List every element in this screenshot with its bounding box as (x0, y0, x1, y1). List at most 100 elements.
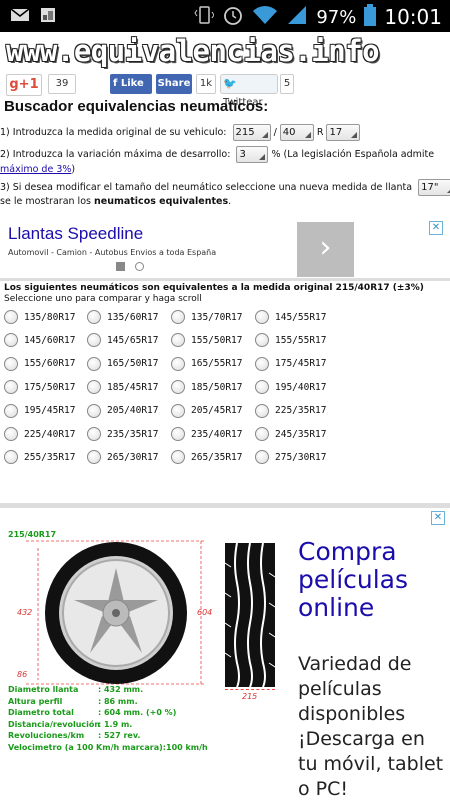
tire-option[interactable]: 145/65R17 (87, 333, 158, 348)
tire-option[interactable]: 245/35R17 (255, 427, 326, 441)
rim-dimension-label: 432 (17, 608, 33, 617)
width-select[interactable]: 215 (232, 124, 271, 141)
spec-key: Revoluciones/km (8, 731, 85, 740)
radio-button[interactable] (87, 450, 101, 465)
radio-button[interactable] (255, 403, 269, 418)
tire-option-label: 155/50R17 (191, 334, 243, 346)
tire-option[interactable]: 155/50R17 (171, 333, 243, 348)
gplus-button[interactable]: g+1 (6, 74, 42, 96)
radio-button[interactable] (255, 380, 269, 395)
rim-select[interactable]: 17 (326, 124, 361, 141)
carousel-dot[interactable] (135, 262, 144, 271)
tire-option[interactable]: 195/45R17 (4, 403, 75, 418)
tire-option[interactable]: 135/60R17 (87, 310, 158, 324)
battery-percent: 97% (316, 6, 357, 28)
width-dimension-line (225, 689, 275, 690)
tire-option[interactable]: 205/40R17 (87, 403, 158, 418)
radio-button[interactable] (171, 427, 185, 441)
radio-button[interactable] (171, 333, 185, 348)
tire-option[interactable]: 175/45R17 (255, 356, 327, 371)
radio-button[interactable] (87, 333, 101, 348)
equivalents-subheading: Seleccione uno para comparar y haga scro… (4, 294, 202, 304)
radio-button[interactable] (4, 310, 18, 324)
site-logo[interactable]: www.equivalencias.info (6, 34, 380, 68)
radio-button[interactable] (4, 450, 18, 465)
radio-button[interactable] (87, 356, 101, 371)
spec-key: Diametro llanta (8, 685, 79, 694)
radio-button[interactable] (171, 356, 185, 371)
tire-option[interactable]: 185/50R17 (171, 380, 243, 395)
width-dimension-label: 215 (242, 692, 258, 701)
variation-select[interactable]: 3 (236, 146, 269, 163)
radio-button[interactable] (87, 427, 101, 441)
tire-option[interactable]: 135/70R17 (171, 310, 242, 324)
tire-option[interactable]: 165/50R17 (87, 356, 158, 371)
step1-label: 1) Introduzca la medida original de su v… (0, 127, 227, 138)
spec-row: Distancia/revolución: 1.9 m. (8, 719, 208, 731)
radio-button[interactable] (255, 450, 269, 465)
carousel-dot-active[interactable] (116, 262, 125, 271)
ad2-close-icon[interactable]: ✕ (431, 511, 445, 525)
tire-option[interactable]: 235/40R17 (171, 427, 242, 441)
radio-button[interactable] (255, 310, 269, 324)
radio-button[interactable] (4, 356, 18, 371)
radio-button[interactable] (87, 380, 101, 395)
new-rim-select[interactable]: 17" (418, 179, 450, 196)
radio-button[interactable] (255, 356, 269, 371)
ad1-arrow-button[interactable]: › (297, 222, 354, 277)
tire-option[interactable]: 175/50R17 (4, 380, 75, 395)
radio-button[interactable] (4, 403, 18, 418)
ad-banner-peliculas[interactable]: Compra películas online Variedad de pelí… (298, 538, 448, 802)
ad-banner-llantas[interactable]: Llantas Speedline Automovil - Camion - A… (0, 218, 450, 278)
tire-option[interactable]: 155/60R17 (4, 356, 76, 371)
tire-option-label: 225/40R17 (24, 428, 76, 440)
tire-option[interactable]: 275/30R17 (255, 450, 326, 465)
radio-button[interactable] (255, 333, 269, 348)
radio-button[interactable] (87, 403, 101, 418)
ad1-title[interactable]: Llantas Speedline (8, 224, 143, 244)
radio-button[interactable] (87, 310, 101, 324)
tire-option[interactable]: 145/60R17 (4, 333, 75, 348)
radio-button[interactable] (171, 403, 185, 418)
radio-button[interactable] (255, 427, 269, 441)
profile-select[interactable]: 40 (279, 124, 314, 141)
tire-option[interactable]: 155/55R17 (255, 333, 326, 348)
tire-option[interactable]: 185/45R17 (87, 380, 158, 395)
tire-option-label: 245/35R17 (275, 428, 327, 440)
spec-key: Diametro total (8, 708, 74, 717)
clock: 10:01 (384, 5, 442, 29)
tire-option[interactable]: 265/30R17 (87, 450, 159, 465)
legal-link[interactable]: máximo de 3% (0, 164, 71, 175)
fb-share-button[interactable]: Share (156, 74, 192, 94)
tire-option[interactable]: 135/80R17 (4, 310, 75, 324)
step3-bold: neumaticos equivalentes (93, 196, 229, 207)
ad2-title[interactable]: Compra películas online (298, 538, 448, 622)
radio-button[interactable] (171, 450, 185, 465)
tire-option-label: 185/50R17 (191, 381, 243, 393)
tire-option[interactable]: 145/55R17 (255, 310, 326, 324)
tire-option-label: 265/30R17 (107, 451, 159, 463)
tire-option[interactable]: 235/35R17 (87, 427, 158, 441)
step2-close: ) (71, 164, 76, 175)
tire-option[interactable]: 225/35R17 (255, 403, 326, 418)
tweet-button[interactable]: 🐦Twittear (220, 74, 278, 108)
spec-key: Distancia/revolución (8, 719, 101, 729)
ad1-close-icon[interactable]: ✕ (429, 221, 443, 235)
fb-like-button[interactable]: f Like (110, 74, 152, 94)
spec-key: Velocimetro (a 100 Km/h marcara) (8, 742, 163, 752)
tire-option[interactable]: 195/40R17 (255, 380, 326, 395)
tire-option[interactable]: 265/35R17 (171, 450, 242, 465)
tire-option[interactable]: 225/40R17 (4, 427, 75, 441)
tire-option-label: 155/60R17 (24, 358, 76, 370)
tire-option-label: 255/35R17 (24, 451, 76, 463)
radio-button[interactable] (4, 333, 18, 348)
radio-button[interactable] (4, 380, 18, 395)
radio-button[interactable] (171, 310, 185, 324)
tire-option[interactable]: 255/35R17 (4, 450, 76, 465)
tire-option[interactable]: 165/55R17 (171, 356, 242, 371)
radio-button[interactable] (4, 427, 18, 441)
radio-button[interactable] (171, 380, 185, 395)
tire-option[interactable]: 205/45R17 (171, 403, 242, 418)
tire-option-label: 135/70R17 (191, 311, 243, 323)
tire-option-label: 175/45R17 (275, 358, 327, 370)
